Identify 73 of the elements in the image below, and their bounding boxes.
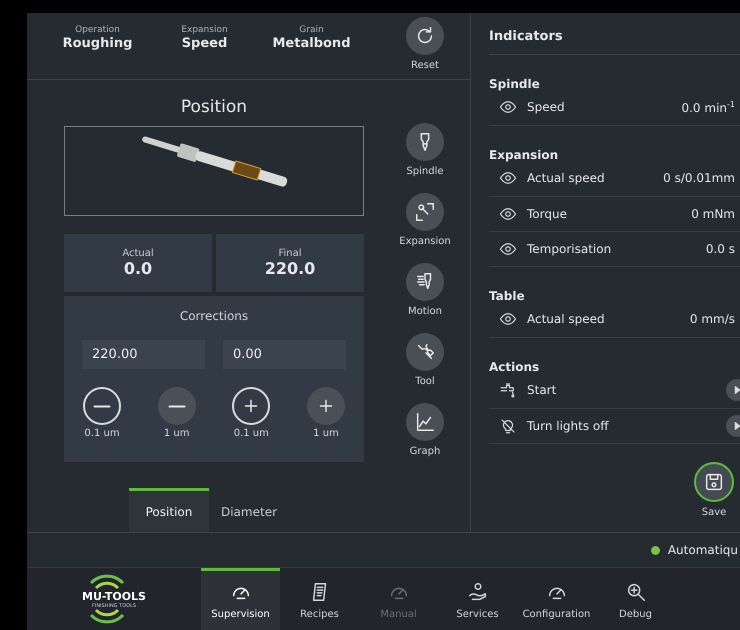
nav-tab[interactable]: Recipes (280, 568, 359, 630)
indicator-label: Actual speed (527, 171, 606, 185)
expansion-button[interactable] (406, 193, 444, 231)
action-label: Start (527, 383, 558, 397)
nav-tab[interactable]: Debug (596, 568, 675, 630)
button-label: Spindle (406, 166, 444, 177)
summary-value: Metalbond (272, 36, 350, 51)
minus-icon (166, 404, 188, 408)
button-label: Tool (415, 376, 435, 387)
corrections-title: Corrections (178, 309, 250, 323)
indicator-value: 0 mNm (691, 207, 736, 221)
button-label: 0.1 um (234, 428, 269, 439)
panel-title: Indicators (489, 13, 740, 55)
decrease-button[interactable] (158, 387, 196, 425)
logo-text: MU-TOOLS (82, 590, 146, 603)
indicator-label: Actual speed (527, 312, 606, 326)
button-label: 0.1 um (84, 428, 120, 439)
bulb-off-icon (499, 417, 517, 435)
nav-tab[interactable]: Configuration (517, 568, 596, 630)
eye-icon (499, 205, 517, 223)
summary-value: Roughing (62, 36, 132, 51)
reset-button[interactable] (406, 17, 444, 55)
summary-label: Operation (75, 25, 120, 35)
correction-field[interactable]: 0.00 (223, 340, 346, 369)
nav-tab[interactable]: Supervision (201, 568, 280, 630)
tool-button[interactable] (406, 333, 444, 371)
spindle-button[interactable] (406, 123, 444, 161)
button-label: 1 um (313, 428, 339, 439)
summary-value: Speed (182, 36, 228, 51)
section-title: Position (180, 97, 248, 119)
nav-tab[interactable]: Services (438, 568, 517, 630)
group-title: Expansion (489, 148, 560, 162)
increase-button[interactable] (306, 387, 345, 425)
summary-label: Expansion (181, 25, 228, 35)
graph-button[interactable] (406, 403, 444, 441)
value-number: 220.0 (264, 259, 316, 278)
eye-icon (499, 240, 517, 258)
button-label: 1 um (164, 428, 190, 439)
button-label: Expansion (399, 236, 451, 247)
group-title: Spindle (489, 77, 541, 91)
status-label: Automatiqu (668, 543, 738, 558)
summary-label: Grain (299, 25, 324, 35)
group-title: Actions (489, 360, 540, 374)
indicator-value: 0 mm/s (690, 312, 736, 326)
correction-field[interactable]: 220.00 (82, 340, 205, 369)
minus-icon (91, 404, 113, 408)
action-label: Turn lights off (527, 419, 610, 433)
wrench-expand-icon (414, 201, 436, 223)
faucet-icon (499, 381, 517, 399)
indicator-value: 0.0 s (706, 242, 736, 256)
decrease-button[interactable] (83, 387, 121, 425)
group-title: Table (489, 289, 526, 303)
value-label: Final (278, 248, 302, 259)
indicator-label: Temporisation (527, 242, 612, 256)
indicator-label: Torque (527, 207, 568, 221)
save-button[interactable] (694, 462, 734, 502)
button-label: Graph (410, 446, 440, 457)
value-label: Actual (122, 248, 154, 259)
button-label: Motion (408, 306, 442, 317)
graph-icon (414, 411, 436, 433)
indicator-value: 0 s/0.01mm (663, 171, 736, 185)
tab[interactable]: Position (129, 488, 209, 532)
button-label: Save (702, 507, 726, 518)
indicator-label: Speed (527, 100, 566, 114)
eye-icon (499, 169, 517, 187)
value-number: 0.0 (124, 259, 152, 278)
tab[interactable]: Diameter (209, 488, 289, 532)
increase-button[interactable] (232, 387, 270, 425)
eye-icon (499, 98, 517, 116)
motion-button[interactable] (406, 263, 444, 301)
button-label: Reset (411, 60, 439, 71)
eye-icon (499, 310, 517, 328)
indicator-value: 0.0 min$^{-1}$ (681, 100, 736, 114)
